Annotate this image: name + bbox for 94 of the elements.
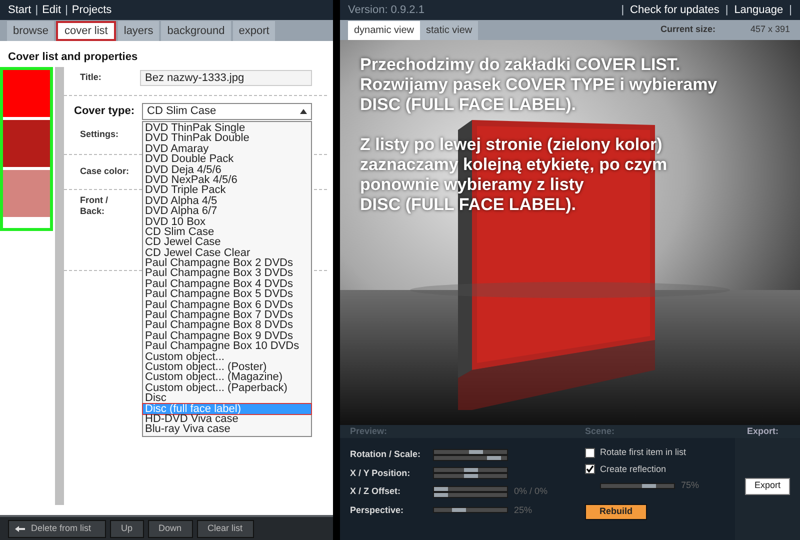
section-label: Preview: [349, 425, 388, 438]
dropdown-option[interactable]: DVD Triple Pack [143, 185, 311, 196]
dropdown-option[interactable]: Blu-ray Viva case [143, 424, 311, 435]
dropdown-option[interactable]: Paul Champagne Box 9 DVDs [143, 330, 311, 342]
cover-thumbnail[interactable] [3, 120, 50, 167]
cover-thumbnail[interactable] [3, 170, 50, 217]
dropdown-option[interactable]: Custom object... (Paperback) [143, 382, 311, 394]
check-icon [586, 465, 594, 474]
section-label: Export: [746, 425, 778, 438]
dropdown-arrow-icon [300, 108, 307, 114]
slider-thumb[interactable] [487, 456, 502, 460]
dropdown-option[interactable]: Paul Champagne Box 7 DVDs [143, 310, 311, 320]
menu-link[interactable]: Check for updates [630, 2, 720, 18]
scrollbar[interactable] [55, 67, 64, 505]
menu-link[interactable]: Language [734, 2, 784, 18]
dropdown-option[interactable]: Paul Champagne Box 2 DVDs [143, 258, 311, 268]
title-field[interactable]: Bez nazwy-1333.jpg [140, 70, 312, 86]
dropdown-option[interactable]: DVD Alpha 4/5 [143, 196, 311, 206]
dropdown-option[interactable]: Custom object... (Magazine) [143, 372, 311, 383]
slider-label: X / Y Position: [350, 466, 412, 480]
menu-separator: | [35, 2, 38, 18]
dropdown-option[interactable]: DVD Amaray [143, 144, 311, 154]
field-label: Settings: [80, 128, 119, 141]
dropdown-option[interactable]: DVD 10 Box [143, 216, 311, 227]
tab[interactable]: export [232, 21, 276, 41]
checkbox[interactable] [585, 448, 595, 458]
dropdown-option[interactable]: DVD Alpha 6/7 [143, 206, 311, 217]
cover-type-dropdown[interactable]: CD Slim Case [142, 102, 312, 120]
dropdown-option[interactable]: Disc [143, 393, 311, 404]
slider-thumb[interactable] [642, 484, 656, 488]
cover-thumbnail[interactable] [3, 70, 50, 117]
section-label: Scene: [584, 425, 616, 438]
field-label: Cover type: [74, 104, 136, 119]
cover-list[interactable] [0, 67, 53, 231]
dropdown-option[interactable]: CD Jewel Case [143, 237, 311, 248]
dropdown-option[interactable]: DVD Double Pack [143, 154, 311, 165]
menu-separator: | [65, 2, 68, 18]
section-heading: Cover list and properties [7, 50, 139, 65]
tab[interactable]: dynamic view [348, 21, 420, 40]
rebuild-button[interactable]: Rebuild [585, 504, 647, 520]
menu-item[interactable]: Projects [72, 2, 112, 18]
export-button[interactable]: Export [745, 478, 790, 494]
dropdown-option[interactable]: CD Jewel Case Clear [143, 248, 311, 258]
delete-button[interactable]: Delete from list [8, 520, 106, 538]
tab[interactable]: cover list [56, 21, 116, 41]
menu-item[interactable]: Start [8, 2, 32, 18]
tab[interactable]: browse [7, 21, 54, 41]
field-label: Title: [80, 71, 102, 84]
menu-item[interactable]: Edit [42, 2, 62, 18]
slider-thumb[interactable] [434, 492, 448, 497]
field-label: Case color: [80, 165, 130, 178]
dropdown-option[interactable]: Paul Champagne Box 8 DVDs [143, 320, 311, 331]
checkbox-label: Create reflection [600, 462, 666, 476]
slider-thumb[interactable] [452, 508, 466, 512]
menu-separator: | [789, 2, 792, 18]
checkbox-label: Rotate first item in list [600, 446, 686, 459]
slider-reading: 75% [681, 479, 700, 492]
slider-thumb[interactable] [464, 468, 478, 472]
dropdown-option[interactable]: Custom object... (Poster) [143, 362, 311, 372]
dropdown-option[interactable]: Paul Champagne Box 6 DVDs [143, 300, 311, 310]
list-button[interactable]: Up [110, 520, 144, 538]
tab[interactable]: background [161, 21, 231, 41]
dropdown-option[interactable]: DVD ThinPak Double [143, 133, 311, 144]
size-value: 457 x 391 [750, 23, 791, 36]
slider-thumb[interactable] [434, 486, 448, 491]
list-button[interactable]: Clear list [196, 520, 254, 538]
slider-label: Perspective: [350, 504, 405, 517]
dropdown-option[interactable]: Paul Champagne Box 4 DVDs [143, 278, 311, 290]
dropdown-option[interactable]: Custom object... [143, 352, 311, 362]
list-button[interactable]: Down [148, 520, 193, 538]
slider-label: X / Z Offset: [350, 485, 402, 498]
menu-separator: | [621, 2, 624, 18]
slider-reading: 25% [514, 504, 532, 516]
dropdown-option[interactable]: Paul Champagne Box 3 DVDs [143, 268, 311, 279]
size-label: Current size: [660, 23, 716, 36]
checkbox[interactable] [585, 464, 595, 474]
dropdown-option[interactable]: Paul Champagne Box 5 DVDs [143, 289, 311, 300]
dropdown-option[interactable]: CD Slim Case [143, 226, 311, 238]
tab[interactable]: layers [118, 21, 160, 41]
dropdown-option[interactable]: DVD ThinPak Single [143, 123, 311, 134]
dropdown-option[interactable]: DVD NexPak 4/5/6 [143, 174, 311, 186]
slider-thumb[interactable] [464, 474, 478, 478]
dropdown-option[interactable]: HD-DVD Viva case [143, 414, 311, 424]
left-arrow-icon [15, 526, 25, 532]
slider-reading: 0% / 0% [514, 485, 548, 498]
dropdown-option[interactable]: DVD Deja 4/5/6 [143, 164, 311, 175]
menu-separator: | [725, 2, 728, 18]
tab[interactable]: static view [420, 21, 478, 40]
field-label: Front / Back: [80, 195, 109, 218]
dropdown-option[interactable]: Paul Champagne Box 10 DVDs [143, 341, 311, 352]
slider-label: Rotation / Scale: [350, 448, 422, 461]
slider-thumb[interactable] [469, 450, 484, 454]
instruction-text: Przechodzimy do zakładki COVER LIST. Rozwijamy pasek COVER TYPE i wybieramy DISC (FULL FACE LABEL). [360, 55, 718, 115]
version-label: Version: 0.9.2.1 [348, 2, 424, 18]
